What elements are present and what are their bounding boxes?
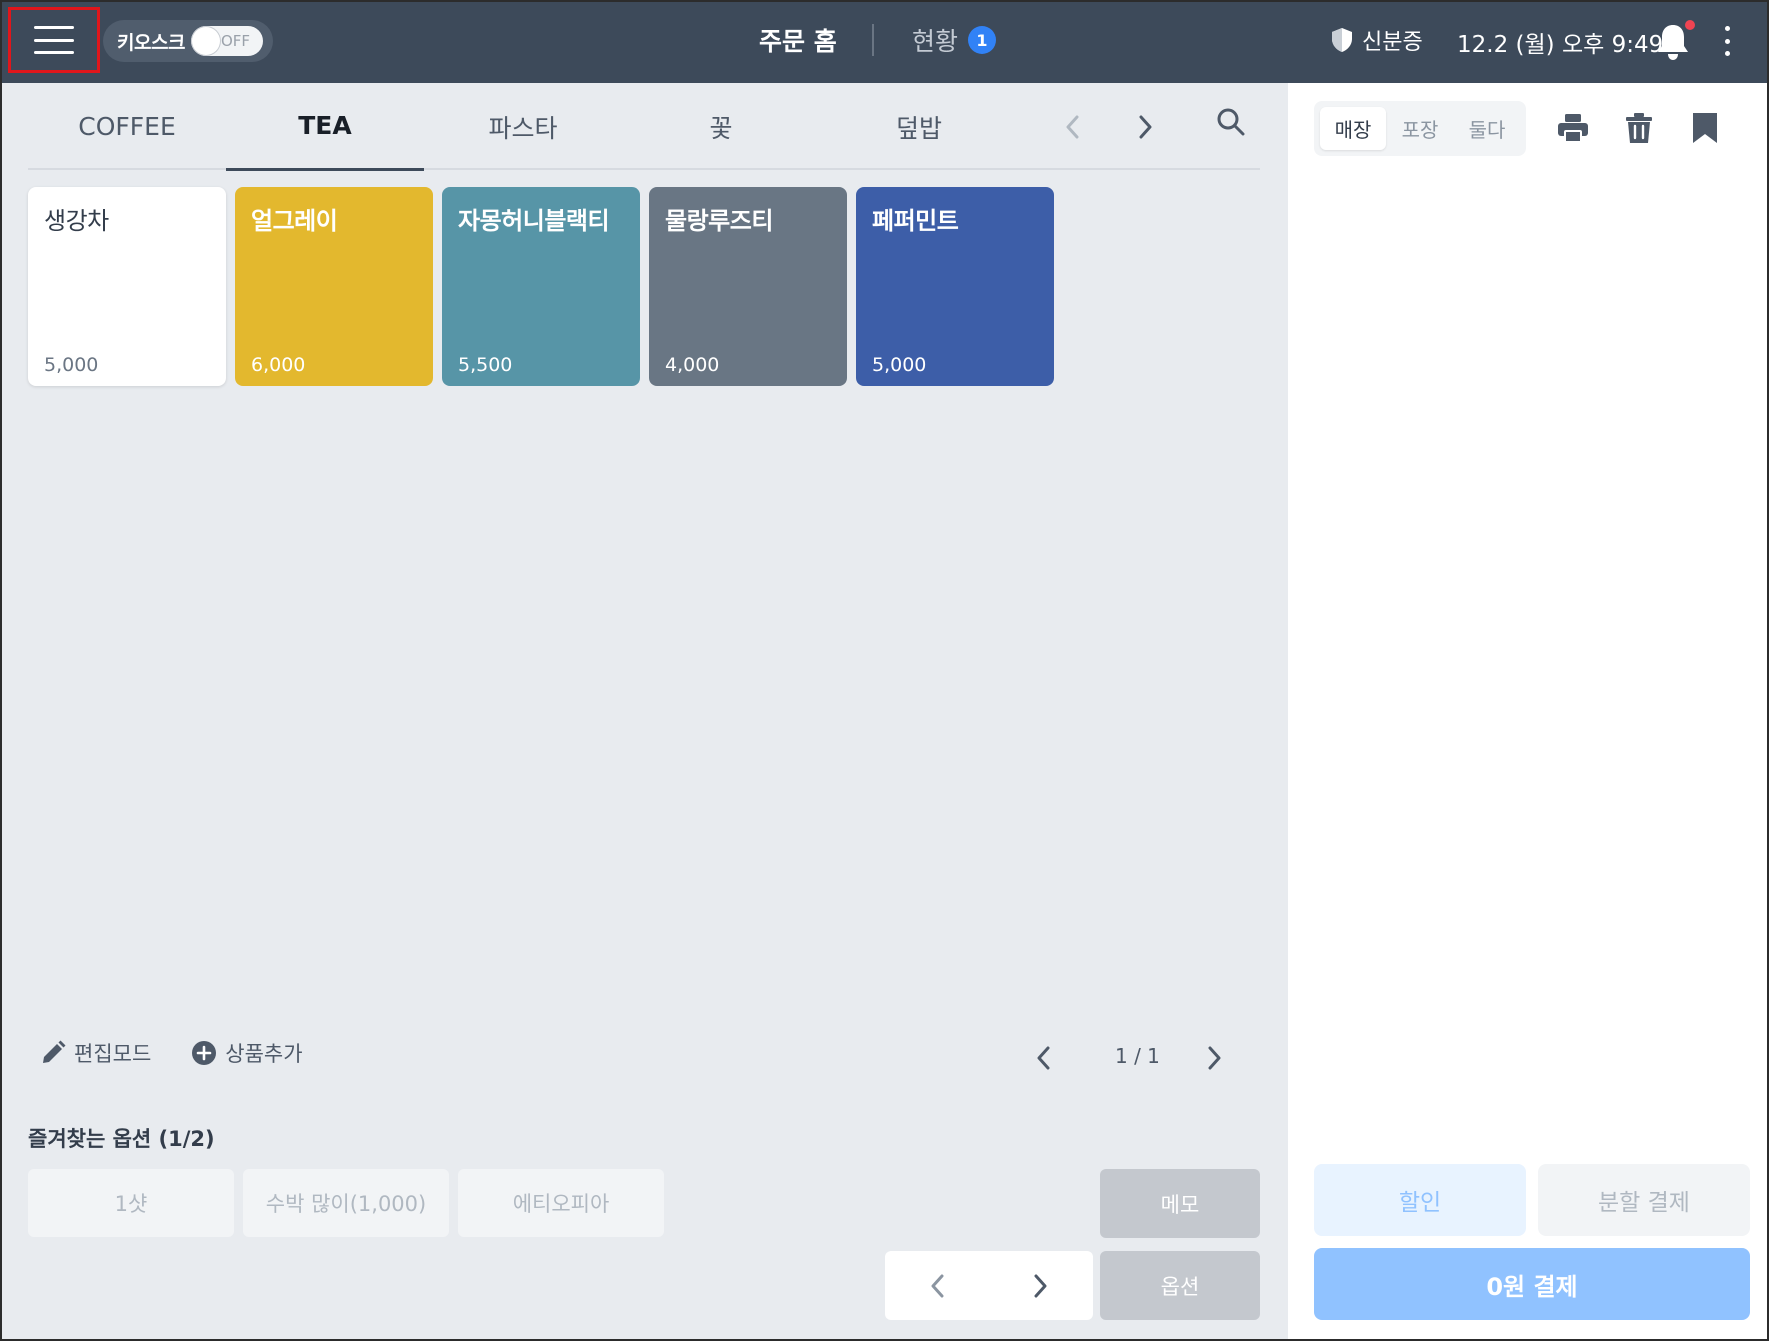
product-tools: 편집모드 상품추가 xyxy=(40,1038,303,1068)
product-card[interactable]: 얼그레이 6,000 xyxy=(235,187,433,386)
status-badge: 1 xyxy=(968,26,996,54)
product-price: 5,500 xyxy=(458,354,513,376)
edit-mode-label: 편집모드 xyxy=(74,1042,152,1066)
page-prev-button[interactable] xyxy=(1027,1042,1059,1074)
chevron-right-icon xyxy=(1139,115,1152,139)
nav-status[interactable]: 현황 xyxy=(912,22,958,58)
product-price: 4,000 xyxy=(665,354,720,376)
bell-icon xyxy=(1658,25,1688,60)
chevron-left-icon xyxy=(931,1274,944,1298)
id-card-button[interactable]: 신분증 xyxy=(1330,24,1423,56)
tab-pasta[interactable]: 파스타 xyxy=(424,83,622,170)
top-bar: 키오스크 OFF 주문 홈 현황 1 신분증 12.2 (월) 오후 9:49 xyxy=(2,2,1767,83)
page-navigator: 1 / 1 xyxy=(1027,1038,1257,1078)
product-card[interactable]: 생강차 5,000 xyxy=(28,187,226,386)
tab-next-button[interactable] xyxy=(1128,109,1164,145)
memo-button[interactable]: 메모 xyxy=(1100,1169,1260,1238)
chevron-left-icon xyxy=(1037,1046,1050,1070)
delete-button[interactable] xyxy=(1622,111,1656,145)
order-type-segment: 매장 포장 둘다 xyxy=(1314,101,1526,156)
pay-button[interactable]: 0원 결제 xyxy=(1314,1248,1750,1320)
kiosk-label: 키오스크 xyxy=(117,31,185,54)
add-product-label: 상품추가 xyxy=(225,1042,303,1066)
hamburger-menu-button[interactable] xyxy=(8,7,100,73)
kiosk-toggle-group: 키오스크 OFF xyxy=(103,20,273,62)
chevron-right-icon xyxy=(1034,1274,1047,1298)
option-page-nav xyxy=(885,1251,1093,1320)
product-name: 생강차 xyxy=(44,207,109,235)
option-prev-button[interactable] xyxy=(921,1269,953,1303)
option-button[interactable]: 옵션 xyxy=(1100,1251,1260,1320)
toggle-knob xyxy=(192,27,220,55)
product-card[interactable]: 페퍼민트 5,000 xyxy=(856,187,1054,386)
trash-icon xyxy=(1626,113,1652,143)
tab-prev-button[interactable] xyxy=(1054,109,1090,145)
more-menu-button[interactable] xyxy=(1722,26,1732,56)
option-next-button[interactable] xyxy=(1025,1269,1057,1303)
nav-order-home[interactable]: 주문 홈 xyxy=(759,22,837,58)
order-type-dine-in[interactable]: 매장 xyxy=(1320,107,1386,150)
printer-icon xyxy=(1558,114,1588,143)
add-product-button[interactable]: 상품추가 xyxy=(191,1038,303,1068)
edit-mode-button[interactable]: 편집모드 xyxy=(40,1038,151,1068)
split-payment-button[interactable]: 분할 결제 xyxy=(1538,1164,1750,1236)
chevron-left-icon xyxy=(1066,115,1079,139)
chevron-right-icon xyxy=(1208,1046,1221,1070)
tab-flower[interactable]: 꽃 xyxy=(622,83,820,170)
hamburger-icon xyxy=(34,26,74,54)
order-panel: 매장 포장 둘다 할인 분할 결제 0원 결제 xyxy=(1288,83,1767,1339)
tab-coffee[interactable]: COFFEE xyxy=(28,83,226,170)
product-price: 5,000 xyxy=(44,354,99,376)
app-window: 키오스크 OFF 주문 홈 현황 1 신분증 12.2 (월) 오후 9:49 xyxy=(0,0,1769,1341)
datetime: 12.2 (월) 오후 9:49 xyxy=(1457,32,1664,58)
product-price: 6,000 xyxy=(251,354,306,376)
product-price: 5,000 xyxy=(872,354,927,376)
favorite-options-title: 즐겨찾는 옵션 (1/2) xyxy=(28,1127,215,1151)
order-type-both[interactable]: 둘다 xyxy=(1454,107,1520,150)
favorite-option-chip[interactable]: 수박 많이(1,000) xyxy=(243,1169,449,1237)
plus-circle-icon xyxy=(192,1041,217,1065)
product-name: 페퍼민트 xyxy=(872,207,959,235)
category-tabs: COFFEE TEA 파스타 꽃 덮밥 xyxy=(28,83,1260,171)
toggle-state: OFF xyxy=(221,32,251,50)
tab-tea[interactable]: TEA xyxy=(226,83,424,171)
bookmark-button[interactable] xyxy=(1688,111,1722,145)
notification-button[interactable] xyxy=(1657,20,1695,60)
order-type-takeout[interactable]: 포장 xyxy=(1387,107,1453,150)
print-button[interactable] xyxy=(1556,111,1590,145)
product-name: 물랑루즈티 xyxy=(665,207,773,235)
shield-icon xyxy=(1332,28,1352,52)
page-indicator: 1 / 1 xyxy=(1115,1044,1160,1068)
product-card[interactable]: 물랑루즈티 4,000 xyxy=(649,187,847,386)
discount-button[interactable]: 할인 xyxy=(1314,1164,1526,1236)
tab-rice-bowl[interactable]: 덮밥 xyxy=(820,83,1018,170)
product-area: COFFEE TEA 파스타 꽃 덮밥 생강차 5,000 얼그레이 6,000… xyxy=(2,83,1288,1339)
id-card-label: 신분증 xyxy=(1362,30,1423,55)
favorite-option-chip[interactable]: 1샷 xyxy=(28,1169,234,1237)
page-next-button[interactable] xyxy=(1199,1042,1231,1074)
search-icon xyxy=(1217,108,1245,136)
favorite-option-chip[interactable]: 에티오피아 xyxy=(458,1169,664,1237)
notification-dot xyxy=(1685,20,1695,30)
pencil-icon xyxy=(43,1040,66,1063)
product-name: 자몽허니블랙티 xyxy=(458,207,610,235)
product-card[interactable]: 자몽허니블랙티 5,500 xyxy=(442,187,640,386)
kiosk-toggle[interactable]: OFF xyxy=(191,26,263,56)
bookmark-icon xyxy=(1693,113,1717,143)
product-name: 얼그레이 xyxy=(251,207,338,235)
nav-divider xyxy=(872,24,874,56)
search-button[interactable] xyxy=(1216,107,1256,147)
